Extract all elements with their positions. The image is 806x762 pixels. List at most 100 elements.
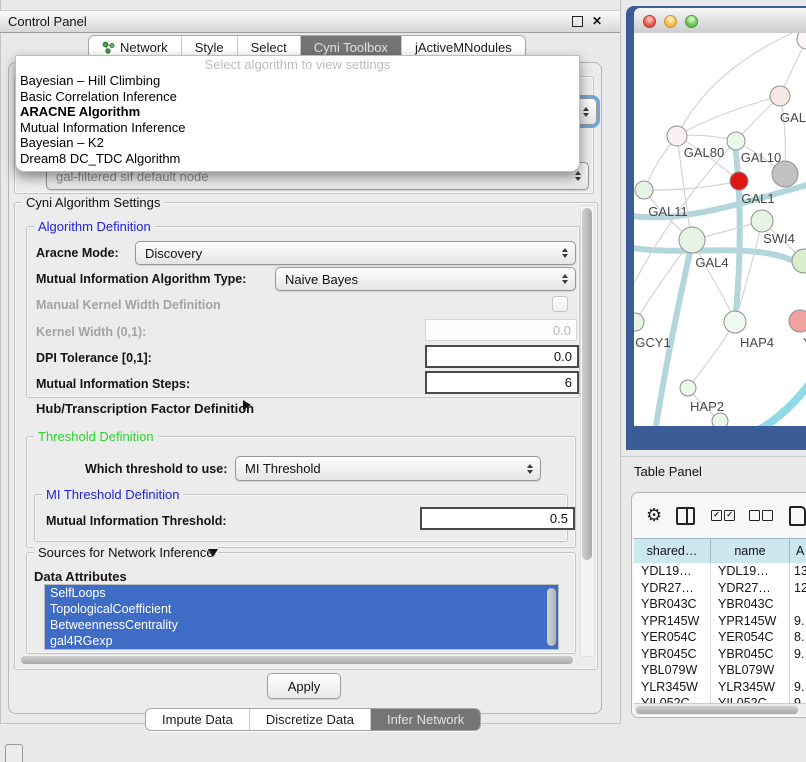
data-attribute-item[interactable]: SelfLoops [45, 585, 558, 601]
table-cell[interactable]: YLR345W [711, 679, 790, 696]
table-row[interactable]: YLR345WYLR345W9. [634, 679, 806, 696]
expand-arrow-icon[interactable] [243, 400, 251, 410]
settings-hscroll-thumb[interactable] [21, 656, 573, 664]
data-attribute-item[interactable]: TopologicalCoefficient [45, 601, 558, 617]
network-node[interactable] [635, 181, 653, 199]
table-row[interactable]: YBR043CYBR043C [634, 596, 806, 613]
algorithm-option[interactable]: Basic Correlation Inference [16, 89, 579, 105]
table-row[interactable]: YIL052CYIL052C9 [634, 695, 806, 703]
table-cell[interactable]: YBR045C [711, 646, 790, 663]
float-icon[interactable] [572, 16, 583, 27]
table-cell[interactable]: YDL19… [634, 563, 711, 580]
minimize-traffic-light-icon[interactable] [664, 15, 677, 28]
table-row[interactable]: YPR145WYPR145W9. [634, 613, 806, 630]
algorithm-option[interactable]: Bayesian – K2 [16, 135, 579, 151]
mi-type-combobox[interactable]: Naive Bayes [275, 267, 576, 291]
table-cell[interactable]: 9. [790, 679, 806, 696]
settings-horizontal-scrollbar[interactable] [20, 655, 576, 665]
split-divider[interactable] [620, 456, 806, 457]
table-horizontal-scrollbar[interactable] [634, 703, 806, 715]
table-cell[interactable]: YER054C [634, 629, 711, 646]
manual-kernel-checkbox[interactable] [552, 296, 568, 312]
table-cell[interactable]: YPR145W [634, 613, 711, 630]
table-cell[interactable]: YBR043C [711, 596, 790, 613]
table-row[interactable]: YER054CYER054C8. [634, 629, 806, 646]
mi-steps-field[interactable]: 6 [425, 371, 579, 394]
table-cell[interactable]: YDR27… [711, 580, 790, 597]
collapse-arrow-icon[interactable] [208, 549, 218, 557]
close-traffic-light-icon[interactable] [643, 15, 656, 28]
network-edge[interactable] [752, 378, 806, 426]
table-cell[interactable]: 13 [790, 563, 806, 580]
table-cell[interactable]: YBL079W [711, 662, 790, 679]
tab-discretize-data[interactable]: Discretize Data [249, 709, 370, 730]
table-cell[interactable] [790, 596, 806, 613]
network-node[interactable] [712, 413, 728, 426]
gear-icon[interactable]: ⚙ [646, 507, 662, 525]
table-row[interactable]: YBL079WYBL079W [634, 662, 806, 679]
table-cell[interactable]: YIL052C [634, 695, 711, 703]
close-icon[interactable]: ✕ [592, 11, 602, 32]
table-cell[interactable]: 9. [790, 613, 806, 630]
network-edge[interactable] [644, 181, 739, 190]
network-node[interactable] [770, 86, 790, 106]
network-edge[interactable] [688, 322, 735, 388]
table-cell[interactable]: YPR145W [711, 613, 790, 630]
aracne-mode-combobox[interactable]: Discovery [135, 241, 576, 265]
table-cell[interactable]: 9 [790, 695, 806, 703]
columns-icon[interactable] [676, 507, 695, 525]
kernel-width-field[interactable]: 0.0 [425, 319, 577, 341]
network-node[interactable] [680, 380, 696, 396]
table-cell[interactable]: 8. [790, 629, 806, 646]
network-node[interactable] [789, 310, 806, 332]
network-node[interactable] [679, 227, 705, 253]
table-cell[interactable]: YIL052C [711, 695, 790, 703]
mi-threshold-field[interactable]: 0.5 [420, 507, 575, 530]
settings-vertical-scrollbar[interactable] [580, 205, 595, 657]
column-header-extra[interactable]: A [790, 539, 806, 563]
file-icon[interactable] [789, 506, 806, 526]
network-window-titlebar[interactable] [634, 8, 806, 34]
network-node[interactable] [724, 311, 746, 333]
network-node[interactable] [730, 172, 748, 190]
table-cell[interactable]: YDL19… [711, 563, 790, 580]
tab-impute-data[interactable]: Impute Data [146, 709, 249, 730]
table-cell[interactable]: YBR043C [634, 596, 711, 613]
network-node[interactable] [792, 249, 806, 273]
network-node[interactable] [634, 313, 644, 331]
control-panel-titlebar[interactable]: Control Panel ✕ [0, 10, 620, 33]
table-row[interactable]: YDR27…YDR27…12 [634, 580, 806, 597]
algorithm-option[interactable]: Bayesian – Hill Climbing [16, 73, 579, 89]
network-edge[interactable] [677, 96, 780, 136]
dpi-tolerance-field[interactable]: 0.0 [425, 345, 579, 368]
algorithm-option[interactable]: Dream8 DC_TDC Algorithm [16, 151, 579, 167]
which-threshold-combobox[interactable]: MI Threshold [235, 456, 541, 481]
data-attribute-item[interactable]: gal4RGexp [45, 633, 558, 649]
column-header-shared[interactable]: shared… [634, 539, 711, 563]
table-cell[interactable]: YBL079W [634, 662, 711, 679]
tab-infer-network[interactable]: Infer Network [370, 709, 480, 730]
apply-button[interactable]: Apply [267, 673, 341, 699]
zoom-traffic-light-icon[interactable] [685, 15, 698, 28]
algorithm-option[interactable]: Mutual Information Inference [16, 120, 579, 136]
table-cell[interactable]: YLR345W [634, 679, 711, 696]
table-cell[interactable]: YBR045C [634, 646, 711, 663]
network-node[interactable] [797, 33, 806, 49]
network-edge[interactable] [677, 33, 792, 136]
algorithm-option[interactable]: ARACNE Algorithm [16, 104, 579, 120]
table-cell[interactable]: 12 [790, 580, 806, 597]
network-node[interactable] [727, 132, 745, 150]
settings-vscroll-thumb[interactable] [582, 208, 592, 560]
table-hscroll-thumb[interactable] [636, 706, 798, 714]
network-node[interactable] [751, 210, 773, 232]
table-row[interactable]: YDL19…YDL19…13 [634, 563, 806, 580]
docked-panel-icon[interactable] [5, 744, 23, 762]
data-attribute-item[interactable]: BetweennessCentrality [45, 617, 558, 633]
select-all-icon[interactable]: ✓✓ [711, 510, 735, 521]
table-row[interactable]: YBR045CYBR045C9. [634, 646, 806, 663]
column-header-name[interactable]: name [711, 539, 790, 563]
attributes-scroll-thumb[interactable] [547, 588, 556, 646]
data-attributes-list[interactable]: SelfLoopsTopologicalCoefficientBetweenne… [44, 584, 559, 650]
table-cell[interactable]: YDR27… [634, 580, 711, 597]
network-canvas[interactable]: GALGAL80GAL10GAL1GAL11SWI4GAL4GCY1HAP4YH… [634, 33, 806, 426]
